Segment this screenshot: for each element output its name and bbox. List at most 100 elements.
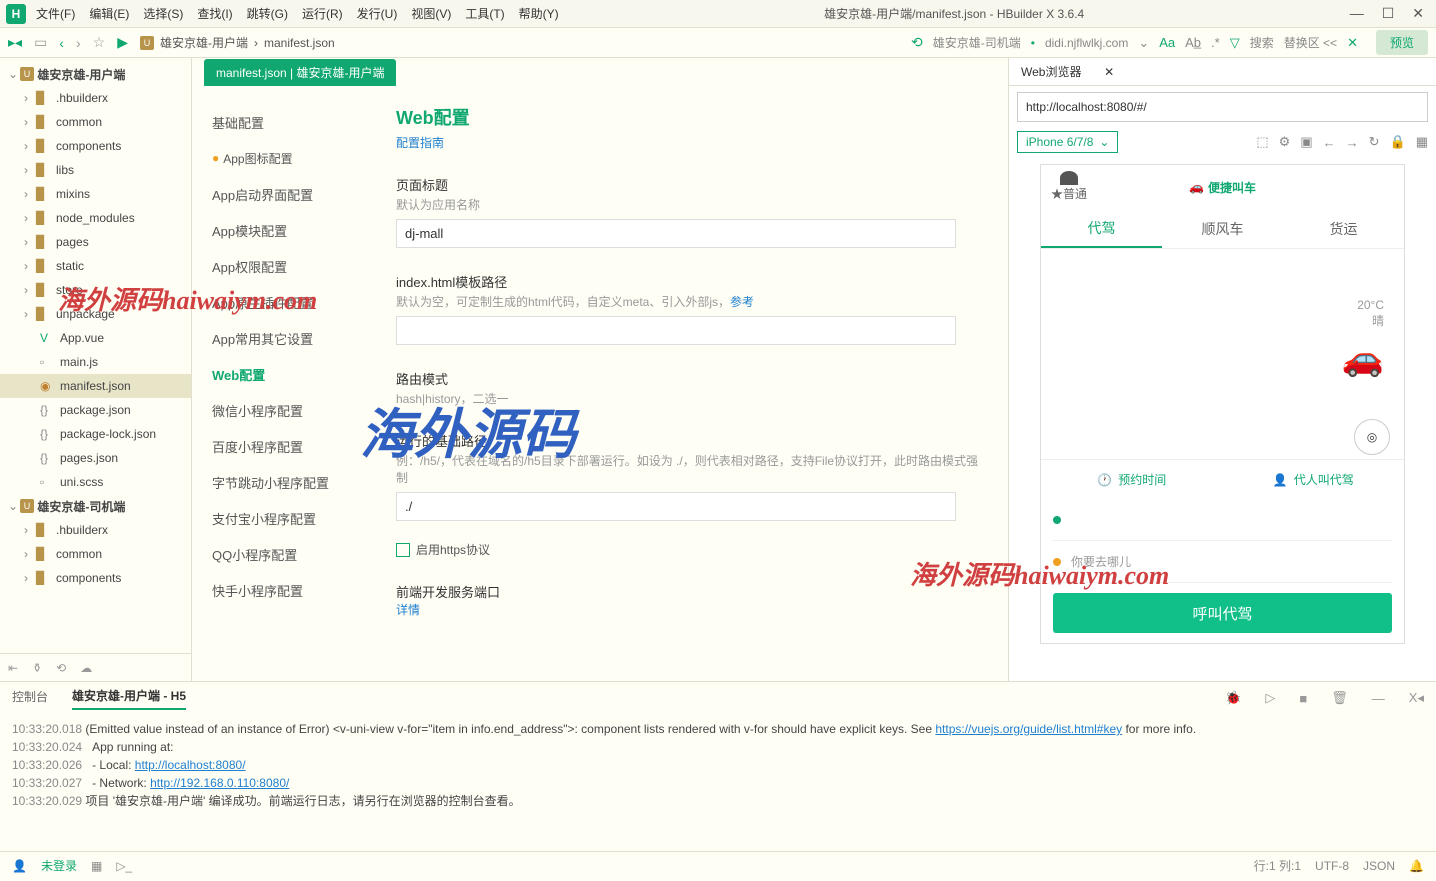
refresh-icon[interactable]: ↻ — [1369, 134, 1380, 150]
close-icon[interactable]: ✕ — [1412, 5, 1424, 22]
nav-app-native[interactable]: App原生插件配置 — [212, 284, 372, 320]
tree-root-1[interactable]: ⌄U 雄安京雄-用户端 — [0, 62, 191, 86]
sync-icon[interactable]: ⟲ — [56, 661, 66, 675]
locate-button[interactable]: ◎ — [1354, 419, 1390, 455]
checkbox-icon[interactable] — [396, 543, 410, 557]
tree-folder[interactable]: ›▉components — [0, 134, 191, 158]
language-mode[interactable]: JSON — [1363, 859, 1395, 873]
tree-file[interactable]: {}package-lock.json — [0, 422, 191, 446]
tab-daijia[interactable]: 代驾 — [1041, 209, 1162, 248]
clear-console-icon[interactable]: 🗑 — [1331, 690, 1348, 706]
console-tab[interactable]: 控制台 — [12, 688, 48, 709]
origin-row[interactable] — [1053, 499, 1392, 541]
maximize-icon[interactable]: ☐ — [1382, 5, 1395, 22]
font-icon[interactable]: Aa — [1159, 35, 1175, 50]
run-target[interactable]: 雄安京雄-司机端 — [933, 34, 1021, 51]
tree-file[interactable]: VApp.vue — [0, 326, 191, 350]
tree-folder[interactable]: ›▉.hbuilderx — [0, 518, 191, 542]
tree-file-selected[interactable]: ◉manifest.json — [0, 374, 191, 398]
grid-icon[interactable]: ▦ — [91, 859, 102, 873]
collapse-icon[interactable]: ⇤ — [8, 661, 18, 675]
nav-qq[interactable]: QQ小程序配置 — [212, 536, 372, 572]
case-icon[interactable]: Ab̲ — [1185, 35, 1201, 50]
back-icon[interactable]: ‹ — [59, 35, 64, 51]
minimize-icon[interactable]: — — [1350, 5, 1364, 22]
tree-folder[interactable]: ›▉static — [0, 254, 191, 278]
play-icon[interactable]: ▷ — [1265, 690, 1275, 706]
tree-file[interactable]: {}pages.json — [0, 446, 191, 470]
forward-icon[interactable]: → — [1346, 135, 1359, 150]
screenshot-icon[interactable]: ▣ — [1300, 134, 1312, 150]
user-icon[interactable]: 👤 — [12, 859, 27, 873]
menu-run[interactable]: 运行(R) — [302, 5, 343, 22]
tree-folder[interactable]: ›▉node_modules — [0, 206, 191, 230]
forward-icon[interactable]: › — [76, 35, 81, 51]
breadcrumb-project[interactable]: 雄安京雄-用户端 — [160, 34, 248, 51]
destination-row[interactable]: 你要去哪儿 — [1053, 541, 1392, 583]
regex-icon[interactable]: .* — [1211, 35, 1220, 50]
filter-icon[interactable]: ▽ — [1230, 35, 1240, 51]
clear-icon[interactable]: ✕ — [1347, 35, 1358, 51]
login-status[interactable]: 未登录 — [41, 857, 77, 874]
nav-basic[interactable]: 基础配置 — [212, 104, 372, 140]
menu-select[interactable]: 选择(S) — [143, 5, 183, 22]
nav-app-splash[interactable]: App启动界面配置 — [212, 176, 372, 212]
https-checkbox-row[interactable]: 启用https协议 — [396, 541, 988, 558]
tree-folder[interactable]: ›▉common — [0, 542, 191, 566]
tree-root-2[interactable]: ⌄U 雄安京雄-司机端 — [0, 494, 191, 518]
run-url[interactable]: didi.njflwlkj.com — [1045, 36, 1128, 50]
ref-link[interactable]: 参考 — [730, 295, 754, 309]
tree-file[interactable]: {}package.json — [0, 398, 191, 422]
user-badge[interactable]: ★普通 — [1051, 171, 1087, 202]
encoding[interactable]: UTF-8 — [1315, 859, 1349, 873]
tab-huoyun[interactable]: 货运 — [1283, 209, 1404, 248]
editor-tab[interactable]: manifest.json | 雄安京雄-用户端 — [204, 59, 396, 86]
run-icon[interactable]: ▶ — [117, 34, 128, 51]
vue-docs-link[interactable]: https://vuejs.org/guide/list.html#key — [935, 722, 1122, 736]
nav-alipay[interactable]: 支付宝小程序配置 — [212, 500, 372, 536]
lock-icon[interactable]: 🔒 — [1390, 134, 1406, 150]
basepath-input[interactable] — [396, 492, 956, 521]
nav-app-module[interactable]: App模块配置 — [212, 212, 372, 248]
search-label[interactable]: 搜索 — [1250, 34, 1274, 51]
tree-folder[interactable]: ›▉store — [0, 278, 191, 302]
nav-app-perm[interactable]: App权限配置 — [212, 248, 372, 284]
breadcrumb-file[interactable]: manifest.json — [264, 36, 335, 50]
menu-view[interactable]: 视图(V) — [411, 5, 451, 22]
local-url-link[interactable]: http://localhost:8080/ — [135, 758, 246, 772]
preview-button[interactable]: 预览 — [1376, 30, 1428, 55]
star-icon[interactable]: ☆ — [93, 34, 106, 51]
url-input[interactable] — [1017, 92, 1428, 122]
tree-folder[interactable]: ›▉unpackage — [0, 302, 191, 326]
tree-folder[interactable]: ›▉mixins — [0, 182, 191, 206]
menu-file[interactable]: 文件(F) — [36, 5, 75, 22]
tab-shunfeng[interactable]: 顺风车 — [1162, 209, 1283, 248]
nav-web[interactable]: Web配置 — [212, 356, 372, 392]
menu-edit[interactable]: 编辑(E) — [89, 5, 129, 22]
cloud-icon[interactable]: ☁ — [80, 661, 92, 675]
menu-tools[interactable]: 工具(T) — [465, 5, 504, 22]
tree-file[interactable]: ▫main.js — [0, 350, 191, 374]
template-input[interactable] — [396, 316, 956, 345]
proxy-button[interactable]: 👤代人叫代驾 — [1223, 460, 1405, 499]
menu-find[interactable]: 查找(I) — [197, 5, 232, 22]
notification-icon[interactable]: 🔔 — [1409, 859, 1424, 873]
qr-icon[interactable]: ▦ — [1416, 134, 1428, 150]
tree-folder[interactable]: ›▉common — [0, 110, 191, 134]
tree-folder[interactable]: ›▉libs — [0, 158, 191, 182]
nav-baidu[interactable]: 百度小程序配置 — [212, 428, 372, 464]
nav-wechat[interactable]: 微信小程序配置 — [212, 392, 372, 428]
replace-label[interactable]: 替换区 << — [1284, 34, 1337, 51]
minimize-console-icon[interactable]: — — [1372, 691, 1385, 706]
save-icon[interactable]: ▭ — [34, 34, 47, 51]
chevron-down-icon[interactable]: ⌄ — [1138, 35, 1149, 51]
bug-icon[interactable]: 🐞 — [1225, 690, 1241, 706]
page-title-input[interactable] — [396, 219, 956, 248]
device-select[interactable]: iPhone 6/7/8⌄ — [1017, 131, 1118, 153]
close-tab-icon[interactable]: ✕ — [1104, 65, 1114, 79]
stop-icon[interactable]: ■ — [1299, 691, 1307, 706]
menu-publish[interactable]: 发行(U) — [357, 5, 398, 22]
nav-app-icon[interactable]: ●App图标配置 — [212, 140, 372, 176]
run-target-icon[interactable]: ⟲ — [911, 34, 923, 51]
new-file-icon[interactable]: ▸◂ — [8, 34, 22, 51]
